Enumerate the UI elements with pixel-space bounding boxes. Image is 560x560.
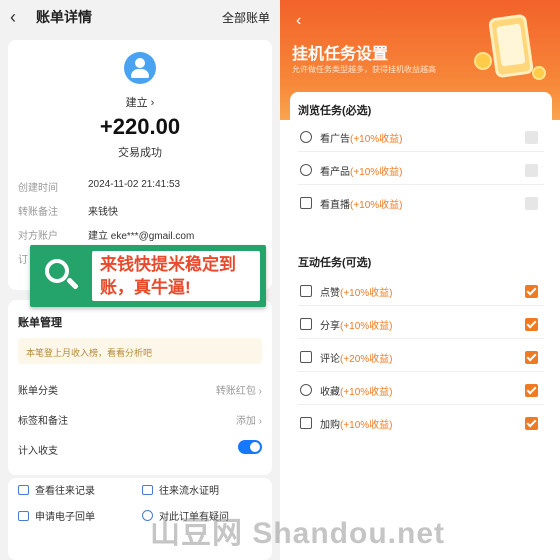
flow-proof-link[interactable]: 往来流水证明 — [142, 482, 219, 497]
e-receipt-link[interactable]: 申请电子回单 — [18, 508, 95, 523]
bill-category-value[interactable]: 转账红包 › — [216, 382, 262, 397]
task-row-live[interactable]: 看直播(+10%收益) — [298, 188, 544, 218]
view-records-label: 查看往来记录 — [35, 486, 95, 497]
cart-icon — [300, 417, 312, 429]
detail-key: 创建时间 — [18, 183, 58, 194]
task-settings-screen: ‹ 挂机任务设置 允许做任务类型越多，获得挂机收益越高 浏览任务(必选) 看广告… — [280, 0, 560, 560]
transaction-amount: +220.00 — [99, 114, 181, 139]
task-bonus: (+20%收益) — [340, 354, 393, 365]
detail-key: 订 — [18, 255, 28, 266]
task-bonus: (+10%收益) — [350, 200, 403, 211]
payee-name[interactable]: 建立 › — [8, 94, 272, 110]
bill-management-card: 账单管理 本笔登上月收入榜，看看分析吧 账单分类 转账红包 › 标签和备注 添加… — [8, 300, 272, 475]
product-icon — [300, 164, 312, 176]
income-toggle-label: 计入收支 — [18, 446, 58, 457]
promo-banner-text: 来钱快提米稳定到账，真牛逼! — [100, 255, 236, 297]
task-row-products[interactable]: 看产品(+10%收益) — [298, 155, 544, 185]
task-bonus: (+10%收益) — [340, 321, 393, 332]
flow-proof-label: 往来流水证明 — [159, 486, 219, 497]
task-checkbox[interactable] — [525, 285, 538, 298]
interact-tasks-card: 互动任务(可选) 点赞(+10%收益) 分享(+10%收益) 评论(+20%收益… — [290, 244, 552, 449]
user-avatar-icon[interactable] — [124, 52, 156, 84]
task-bonus: (+10%收益) — [340, 288, 393, 299]
task-checkbox[interactable] — [525, 318, 538, 331]
task-bonus: (+10%收益) — [350, 167, 403, 178]
records-icon — [18, 484, 29, 495]
bill-detail-screen: ‹ 账单详情 全部账单 建立 › +220.00 交易成功 创建时间 2024-… — [0, 0, 280, 560]
task-row-like[interactable]: 点赞(+10%收益) — [298, 276, 544, 306]
task-label: 分享 — [320, 321, 340, 332]
tags-add-value[interactable]: 添加 › — [236, 412, 262, 427]
task-label: 加购 — [320, 420, 340, 431]
phone-illustration-icon — [488, 13, 534, 79]
bill-management-title: 账单管理 — [18, 317, 62, 329]
coin-icon — [474, 52, 492, 70]
detail-key: 转账备注 — [18, 207, 58, 218]
task-checkbox[interactable] — [525, 351, 538, 364]
mail-icon — [18, 510, 29, 521]
task-label: 收藏 — [320, 387, 340, 398]
task-row-share[interactable]: 分享(+10%收益) — [298, 309, 544, 339]
play-icon — [300, 197, 312, 209]
heart-icon — [300, 384, 312, 396]
tags-label: 标签和备注 — [18, 416, 68, 427]
comment-icon — [300, 351, 312, 363]
promo-banner: 来钱快提米稳定到账，真牛逼! — [30, 245, 266, 307]
ad-icon — [300, 131, 312, 143]
e-receipt-label: 申请电子回单 — [35, 512, 95, 523]
task-label: 看产品 — [320, 167, 350, 178]
browse-tasks-card: 浏览任务(必选) 看广告(+10%收益) 看产品(+10%收益) 看直播(+10… — [290, 92, 552, 222]
task-row-favorite[interactable]: 收藏(+10%收益) — [298, 375, 544, 405]
coin-icon — [532, 66, 546, 80]
task-row-ads[interactable]: 看广告(+10%收益) — [298, 122, 544, 152]
proof-icon — [142, 484, 153, 495]
task-checkbox[interactable] — [525, 164, 538, 177]
task-label: 看直播 — [320, 200, 350, 211]
task-row-comment[interactable]: 评论(+20%收益) — [298, 342, 544, 372]
detail-value: 来钱快 — [88, 207, 118, 218]
tags-row[interactable]: 标签和备注 添加 › — [18, 412, 262, 428]
task-checkbox[interactable] — [525, 417, 538, 430]
transaction-status: 交易成功 — [118, 147, 162, 159]
detail-value: 建立 eke***@gmail.com — [88, 231, 195, 242]
back-icon[interactable]: ‹ — [10, 7, 30, 28]
detail-value: 2024-11-02 21:41:53 — [88, 179, 181, 190]
thumbs-up-icon — [300, 285, 312, 297]
task-row-cart[interactable]: 加购(+10%收益) — [298, 408, 544, 438]
task-label: 评论 — [320, 354, 340, 365]
back-icon[interactable]: ‹ — [296, 12, 301, 30]
page-title: 账单详情 — [36, 9, 92, 25]
bill-category-row[interactable]: 账单分类 转账红包 › — [18, 382, 262, 398]
bill-category-label: 账单分类 — [18, 386, 58, 397]
task-bonus: (+10%收益) — [340, 387, 393, 398]
view-records-link[interactable]: 查看往来记录 — [18, 482, 95, 497]
share-icon — [300, 318, 312, 330]
interact-tasks-title: 互动任务(可选) — [298, 257, 372, 269]
top-bar: ‹ 账单详情 全部账单 — [0, 0, 280, 34]
task-settings-title: 挂机任务设置 — [292, 46, 389, 63]
browse-tasks-title: 浏览任务(必选) — [298, 105, 372, 117]
task-checkbox[interactable] — [525, 384, 538, 397]
task-bonus: (+10%收益) — [350, 134, 403, 145]
income-toggle[interactable] — [238, 440, 262, 454]
search-icon — [30, 245, 90, 307]
task-checkbox[interactable] — [525, 131, 538, 144]
task-label: 看广告 — [320, 134, 350, 145]
income-rank-tip[interactable]: 本笔登上月收入榜，看看分析吧 — [18, 338, 262, 364]
task-settings-subtitle: 允许做任务类型越多，获得挂机收益越高 — [292, 65, 436, 74]
income-toggle-row: 计入收支 — [18, 440, 262, 458]
task-checkbox[interactable] — [525, 197, 538, 210]
detail-key: 对方账户 — [18, 231, 58, 242]
task-bonus: (+10%收益) — [340, 420, 393, 431]
all-bills-link[interactable]: 全部账单 — [222, 9, 270, 26]
watermark: 山豆网 Shandou.net — [150, 517, 445, 550]
task-label: 点赞 — [320, 288, 340, 299]
